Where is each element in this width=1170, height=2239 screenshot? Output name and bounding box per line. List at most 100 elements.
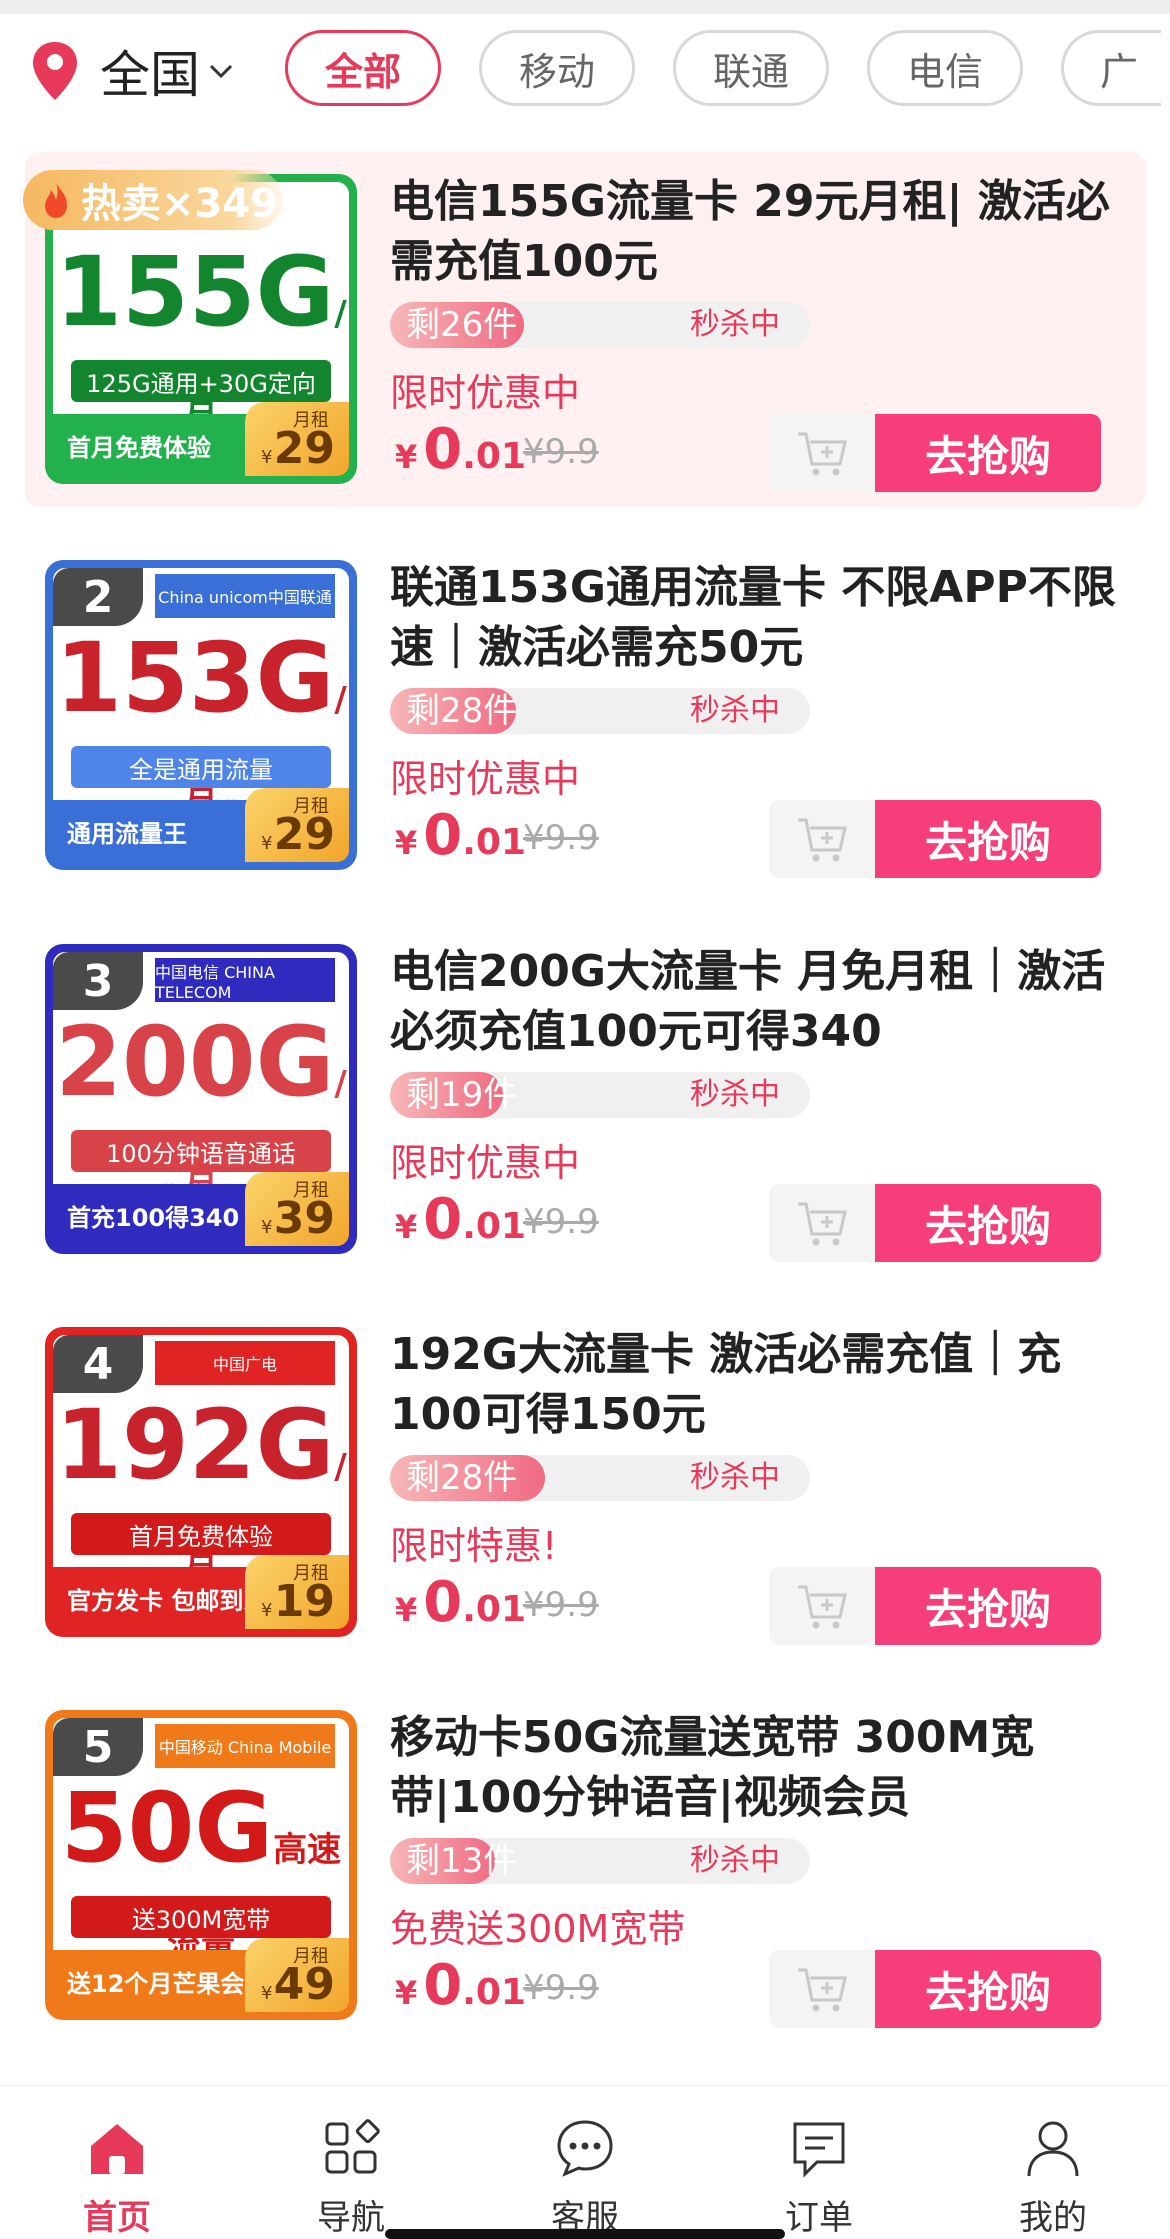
nav-label-orders: 订单: [785, 2198, 853, 2238]
data-amount-value: 200G: [55, 1006, 335, 1118]
cart-icon: [798, 1202, 847, 1246]
user-icon: [1027, 2121, 1079, 2177]
price-currency: ¥: [395, 1974, 418, 2012]
cart-icon: [798, 1585, 847, 1629]
monthly-rent-badge: 月租 ¥ 29: [245, 402, 349, 476]
flash-sale-label: 秒杀中: [690, 693, 780, 728]
product-title[interactable]: 192G大流量卡 激活必需充值｜充100可得150元: [390, 1325, 1130, 1445]
sale-price: ¥ 0 .01: [395, 1570, 526, 1635]
nav-item-orders[interactable]: 订单: [702, 2086, 936, 2239]
nav-item-guide[interactable]: 导航: [234, 2086, 468, 2239]
add-to-cart-button[interactable]: [769, 1950, 875, 2028]
product-card[interactable]: 3 中国电信 CHINA TELECOM 200G/月 100分钟语音通话 首月…: [25, 922, 1145, 1277]
thumbnail-banner: 送300M宽带: [71, 1896, 331, 1938]
buy-now-button[interactable]: 去抢购: [875, 1567, 1101, 1645]
bottom-nav: 首页 导航 客服 订单 我的: [0, 2085, 1170, 2239]
price-currency: ¥: [395, 1208, 418, 1246]
product-title[interactable]: 移动卡50G流量送宽带 300M宽带|100分钟语音|视频会员: [390, 1708, 1130, 1828]
tab-telecom[interactable]: 电信: [867, 30, 1023, 106]
nav-label-me: 我的: [1019, 2198, 1087, 2238]
data-amount-value: 155G: [55, 236, 335, 348]
carrier-tabs: 全部 移动 联通 电信 广: [285, 30, 1161, 106]
buy-now-button[interactable]: 去抢购: [875, 1184, 1101, 1262]
buy-now-button[interactable]: 去抢购: [875, 1950, 1101, 2028]
rent-value: 49: [273, 1959, 335, 2010]
product-card[interactable]: 155G/月 125G通用+30G定向 首月免费体验 月租 ¥ 29 热卖×34: [23, 152, 1145, 507]
monthly-rent-badge: 月租 ¥ 49: [245, 1938, 349, 2012]
tab-mobile[interactable]: 移动: [479, 30, 635, 106]
sale-price: ¥ 0 .01: [395, 1187, 526, 1252]
carrier-logo: 中国广电: [155, 1341, 335, 1385]
price-currency: ¥: [395, 438, 418, 476]
price-currency: ¥: [395, 1591, 418, 1629]
original-price: ¥9.9: [523, 1968, 599, 2008]
fire-icon: [45, 182, 67, 218]
order-icon: [793, 2122, 845, 2178]
product-title[interactable]: 联通153G通用流量卡 不限APP不限速｜激活必需充50元: [390, 558, 1130, 678]
stock-remaining: 剩13件: [406, 1841, 518, 1881]
product-card[interactable]: 5 中国移动 China Mobile 50G高速流量 送300M宽带 送12个…: [25, 1688, 1145, 2043]
stock-progress: 剩26件 秒杀中: [390, 302, 810, 348]
nav-item-home[interactable]: 首页: [0, 2086, 234, 2239]
original-price: ¥9.9: [523, 1585, 599, 1625]
price-decimal: .01: [462, 436, 527, 477]
add-to-cart-button[interactable]: [769, 800, 875, 878]
promo-text: 限时优惠中: [390, 757, 581, 801]
price-currency: ¥: [395, 824, 418, 862]
region-label: 全国: [100, 46, 200, 104]
rent-value: 29: [273, 423, 335, 474]
product-thumbnail[interactable]: 4 中国广电 192G/月 首月免费体验 官方发卡 包邮到家 月租 ¥ 19: [45, 1327, 357, 1637]
carrier-logo: 中国移动 China Mobile: [155, 1724, 335, 1768]
price-decimal: .01: [462, 822, 527, 863]
product-title[interactable]: 电信200G大流量卡 月免月租｜激活必须充值100元可得340: [390, 942, 1130, 1062]
original-price: ¥9.9: [523, 818, 599, 858]
stock-remaining: 剩28件: [406, 691, 518, 731]
add-to-cart-button[interactable]: [769, 414, 875, 492]
region-selector[interactable]: 全国: [30, 36, 236, 106]
rank-badge: 4: [53, 1335, 143, 1393]
grid-icon: [325, 2119, 380, 2174]
rank-badge: 3: [53, 952, 143, 1010]
data-amount-value: 50G: [60, 1772, 274, 1884]
product-title[interactable]: 电信155G流量卡 29元月租| 激活必需充值100元: [390, 172, 1130, 292]
buy-now-button[interactable]: 去抢购: [875, 800, 1101, 878]
location-pin-icon: [33, 42, 77, 100]
rent-yen: ¥: [261, 833, 273, 854]
nav-item-service[interactable]: 客服: [468, 2086, 702, 2239]
stock-remaining: 剩19件: [406, 1075, 518, 1115]
price-integer: 0: [423, 1187, 463, 1252]
rent-value: 39: [273, 1193, 335, 1244]
rent-yen: ¥: [261, 447, 273, 468]
nav-item-me[interactable]: 我的: [936, 2086, 1170, 2239]
product-thumbnail[interactable]: 5 中国移动 China Mobile 50G高速流量 送300M宽带 送12个…: [45, 1710, 357, 2020]
original-price: ¥9.9: [523, 1202, 599, 1242]
add-to-cart-button[interactable]: [769, 1567, 875, 1645]
add-to-cart-button[interactable]: [769, 1184, 875, 1262]
thumbnail-body: 3 中国电信 CHINA TELECOM 200G/月 100分钟语音通话 首月…: [53, 952, 349, 1246]
price-integer: 0: [423, 1953, 463, 2018]
stock-remaining: 剩28件: [406, 1458, 518, 1498]
tab-unicom[interactable]: 联通: [673, 30, 829, 106]
price-integer: 0: [423, 417, 463, 482]
cart-icon: [798, 1968, 847, 2012]
thumbnail-body: 2 China unicom中国联通 153G/月 全是通用流量 无通话功能 通…: [53, 568, 349, 862]
thumbnail-banner: 首月免费体验: [71, 1513, 331, 1555]
rank-badge: 2: [53, 568, 143, 626]
filter-bar: 全国 全部 移动 联通 电信 广: [0, 14, 1170, 124]
product-thumbnail[interactable]: 3 中国电信 CHINA TELECOM 200G/月 100分钟语音通话 首月…: [45, 944, 357, 1254]
tab-broadcast[interactable]: 广: [1061, 30, 1161, 106]
product-card[interactable]: 4 中国广电 192G/月 首月免费体验 官方发卡 包邮到家 月租 ¥ 19 1…: [25, 1305, 1145, 1660]
cart-icon: [798, 818, 847, 862]
product-card[interactable]: 2 China unicom中国联通 153G/月 全是通用流量 无通话功能 通…: [25, 538, 1145, 893]
price-integer: 0: [423, 1570, 463, 1635]
cart-icon: [798, 432, 847, 476]
price-decimal: .01: [462, 1972, 527, 2013]
stock-remaining: 剩26件: [406, 305, 518, 345]
thumbnail-banner: 全是通用流量: [71, 746, 331, 788]
product-thumbnail[interactable]: 2 China unicom中国联通 153G/月 全是通用流量 无通话功能 通…: [45, 560, 357, 870]
tab-all[interactable]: 全部: [285, 30, 441, 106]
rent-yen: ¥: [261, 1600, 273, 1621]
data-amount-value: 153G: [55, 622, 335, 734]
buy-now-button[interactable]: 去抢购: [875, 414, 1101, 492]
monthly-rent-badge: 月租 ¥ 39: [245, 1172, 349, 1246]
